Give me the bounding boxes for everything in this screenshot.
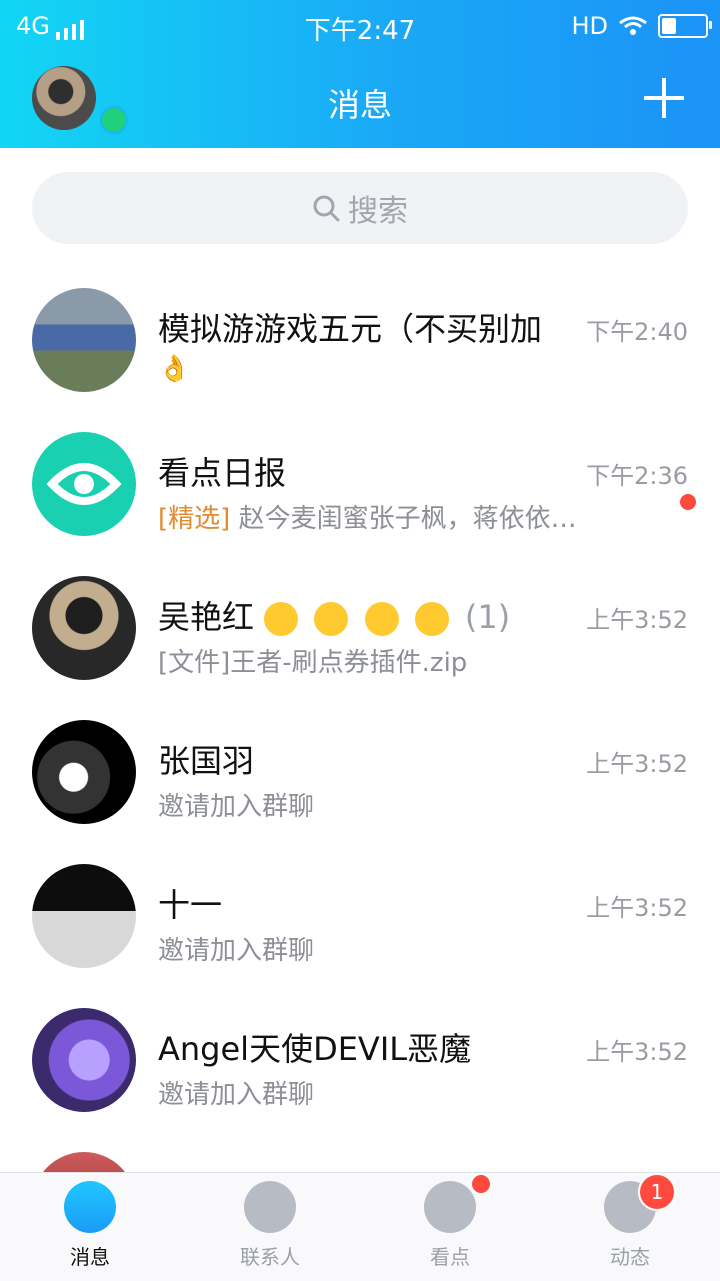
conversation-subtitle: 邀请加入群聊 [158, 936, 315, 966]
kandian-eye-icon [46, 463, 122, 505]
tab-dynamics[interactable]: 1 动态 [540, 1173, 720, 1270]
conversation-subtitle: [精选] 赵今麦闺蜜张子枫，蒋依依… [158, 498, 628, 535]
conversation-name: 吴艳红 (1) [158, 592, 578, 638]
conversation-name: 张国羽 [158, 742, 255, 780]
conversation-time: 上午3:52 [586, 750, 688, 778]
tab-messages[interactable]: 消息 [0, 1181, 180, 1270]
unread-dot [680, 494, 696, 510]
name-text: 吴艳红 [158, 598, 255, 636]
conversation-time: 下午2:40 [586, 318, 688, 346]
conversation-item[interactable]: 张国羽 邀请加入群聊 上午3:52 [0, 698, 720, 842]
status-bar: 4G 下午2:47 HD [0, 0, 720, 50]
tab-label: 消息 [70, 1245, 110, 1269]
tag-featured: [精选] [158, 504, 231, 534]
page-title: 消息 [327, 86, 392, 124]
cool-emoji-icon [264, 602, 299, 636]
search-bar[interactable]: 搜索 [32, 172, 688, 244]
notification-dot [470, 1173, 492, 1195]
tab-kandian[interactable]: 看点 [360, 1173, 540, 1270]
tab-label: 动态 [610, 1245, 650, 1269]
wink-emoji-icon [414, 602, 449, 636]
add-icon[interactable] [644, 78, 684, 118]
wifi-icon [619, 16, 647, 35]
bottom-tab-bar: 消息 联系人 看点 1 动态 [0, 1172, 720, 1281]
avatar [32, 576, 136, 680]
conversation-time: 上午3:52 [586, 894, 688, 922]
conversation-item[interactable]: 吴艳红 (1) [文件]王者-刷点券插件.zip 上午3:52 [0, 554, 720, 698]
battery-icon [658, 14, 712, 38]
conversation-time: 下午2:36 [586, 462, 688, 490]
tab-label: 联系人 [240, 1245, 300, 1269]
avatar [32, 432, 136, 536]
tongue-emoji-icon [314, 602, 349, 636]
conversation-time: 上午3:52 [586, 1038, 688, 1066]
conversation-subtitle: 邀请加入群聊 [158, 792, 315, 822]
hd-indicator: HD [571, 12, 608, 40]
conversation-list: 模拟游游戏五元（不买别加 👌 下午2:40 看点日报 [精选] 赵今麦闺蜜张子枫… [0, 266, 720, 1256]
tab-label: 看点 [430, 1245, 470, 1269]
conversation-name: Angel天使DEVIL恶魔 [158, 1030, 472, 1068]
conversation-item[interactable]: 模拟游游戏五元（不买别加 👌 下午2:40 [0, 266, 720, 410]
tab-badge: 1 [638, 1173, 676, 1211]
status-right: HD [571, 12, 712, 40]
tab-contacts[interactable]: 联系人 [180, 1181, 360, 1270]
conversation-subtitle: [文件]王者-刷点券插件.zip [158, 648, 468, 678]
search-placeholder: 搜索 [348, 194, 408, 229]
laugh-emoji-icon [364, 602, 399, 636]
conversation-name: 模拟游游戏五元（不买别加 [158, 310, 543, 348]
avatar [32, 288, 136, 392]
avatar [32, 864, 136, 968]
avatar [32, 720, 136, 824]
top-header: 4G 下午2:47 HD 消息 [0, 0, 720, 148]
contact-person-icon [244, 1181, 296, 1233]
conversation-name: 十一 [158, 886, 223, 924]
conversation-name: 看点日报 [158, 454, 287, 492]
planet-star-icon: 1 [604, 1173, 676, 1233]
conversation-subtitle: 邀请加入群聊 [158, 1080, 315, 1110]
eye-icon [424, 1173, 492, 1233]
conversation-item[interactable]: 十一 邀请加入群聊 上午3:52 [0, 842, 720, 986]
avatar [32, 1008, 136, 1112]
conversation-subtitle: 👌 [158, 354, 191, 384]
conversation-item[interactable]: 看点日报 [精选] 赵今麦闺蜜张子枫，蒋依依… 下午2:36 [0, 410, 720, 554]
unread-count: (1) [464, 598, 511, 636]
conversation-time: 上午3:52 [586, 606, 688, 634]
chat-bubble-icon [64, 1181, 116, 1233]
conversation-item-partial[interactable] [0, 1130, 720, 1256]
subtitle-text: 赵今麦闺蜜张子枫，蒋依依… [238, 504, 577, 534]
conversation-item[interactable]: Angel天使DEVIL恶魔 邀请加入群聊 上午3:52 [0, 986, 720, 1130]
search-icon [313, 195, 340, 222]
